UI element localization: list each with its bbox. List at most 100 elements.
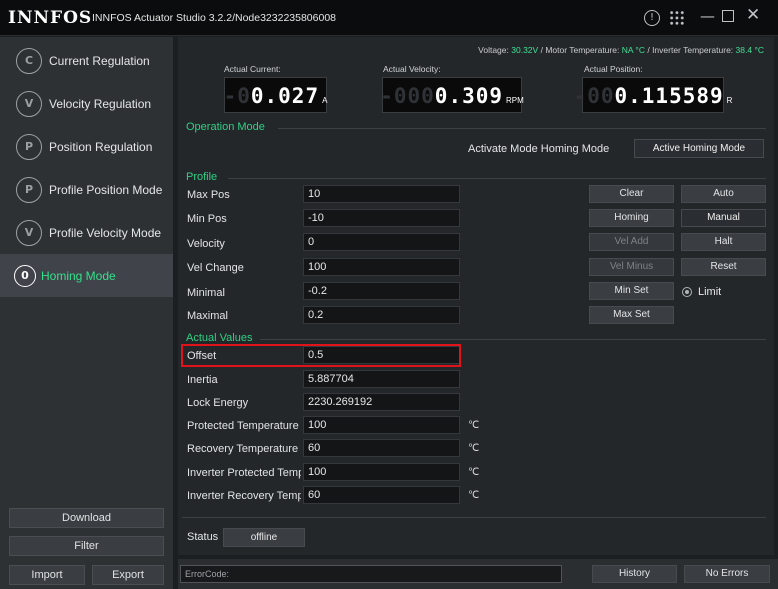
voltage-label: Voltage: — [478, 45, 509, 55]
minimal-input[interactable]: -0.2 — [303, 282, 460, 300]
active-homing-mode-button[interactable]: Active Homing Mode — [634, 139, 764, 158]
limit-label: Limit — [698, 286, 722, 298]
velocity-input[interactable]: 0 — [303, 233, 460, 251]
min-pos-input[interactable]: -10 — [303, 209, 460, 227]
divider — [228, 178, 766, 179]
actual-velocity-label: Actual Velocity: — [383, 64, 441, 74]
sidebar-item-label: Velocity Regulation — [49, 96, 152, 111]
inverter-protected-temperature-input[interactable]: 100 — [303, 463, 460, 481]
actual-velocity-display: -000 0.309 RPM — [380, 77, 524, 113]
manual-button[interactable]: Manual — [681, 209, 766, 227]
innfos-logo: INNFOS — [8, 8, 93, 28]
sidebar-item-profile-velocity-mode[interactable]: V Profile Velocity Mode — [0, 211, 173, 254]
limit-radio-icon — [682, 287, 692, 297]
minimize-icon[interactable]: — — [700, 7, 715, 25]
sidebar-item-label: Position Regulation — [49, 139, 153, 154]
celsius-unit: ℃ — [468, 420, 480, 431]
current-leading-digits: -0 — [223, 84, 251, 108]
profile-velocity-icon: V — [16, 219, 42, 246]
halt-button[interactable]: Halt — [681, 233, 766, 251]
velocity-regulation-icon: V — [16, 90, 42, 117]
current-unit: A — [322, 96, 328, 105]
actual-values-heading: Actual Values — [186, 332, 253, 344]
velocity-label: Velocity — [187, 238, 225, 250]
download-button[interactable]: Download — [9, 508, 164, 528]
offset-highlight-box — [181, 344, 461, 367]
homing-button[interactable]: Homing — [589, 209, 674, 227]
min-set-button[interactable]: Min Set — [589, 282, 674, 300]
inverter-protected-temperature-label: Inverter Protected Temperature — [187, 467, 301, 479]
clear-button[interactable]: Clear — [589, 185, 674, 203]
actual-current-label: Actual Current: — [224, 64, 281, 74]
celsius-unit: ℃ — [468, 443, 480, 454]
inverter-recovery-temperature-label: Inverter Recovery Temperature — [187, 490, 301, 502]
inverter-temp-label: / Inverter Temperature: — [647, 45, 734, 55]
maximize-icon[interactable] — [722, 10, 734, 22]
inverter-recovery-temperature-input[interactable]: 60 — [303, 486, 460, 504]
sidebar-item-label: Homing Mode — [41, 268, 116, 283]
recovery-temperature-input[interactable]: 60 — [303, 439, 460, 457]
title-bar: INNFOS INNFOS Actuator Studio 3.2.2/Node… — [0, 0, 778, 36]
protected-temperature-input[interactable]: 100 — [303, 416, 460, 434]
sidebar-item-velocity-regulation[interactable]: V Velocity Regulation — [0, 82, 173, 125]
operation-mode-heading: Operation Mode — [186, 121, 265, 133]
reset-button[interactable]: Reset — [681, 258, 766, 276]
protected-temperature-label: Protected Temperature — [187, 420, 299, 432]
actual-position-display: -00 0.115589 R — [574, 77, 732, 113]
homing-mode-icon: 0 — [14, 264, 36, 287]
position-value: 0.115589 — [614, 84, 724, 108]
sidebar-item-label: Profile Velocity Mode — [49, 225, 162, 240]
divider — [278, 128, 766, 129]
current-value: 0.027 — [250, 84, 320, 108]
history-button[interactable]: History — [592, 565, 677, 583]
auto-button[interactable]: Auto — [681, 185, 766, 203]
vel-change-input[interactable]: 100 — [303, 258, 460, 276]
vel-change-label: Vel Change — [187, 262, 244, 274]
vel-add-button[interactable]: Vel Add — [589, 233, 674, 251]
max-set-button[interactable]: Max Set — [589, 306, 674, 324]
position-leading-digits: -00 — [573, 84, 615, 108]
sidebar-item-homing-mode[interactable]: 0 Homing Mode — [0, 254, 173, 297]
velocity-leading-digits: -000 — [380, 84, 435, 108]
import-button[interactable]: Import — [9, 565, 85, 585]
limit-radio[interactable]: Limit — [682, 286, 721, 298]
grid-menu-icon[interactable] — [669, 10, 685, 26]
sidebar-item-position-regulation[interactable]: P Position Regulation — [0, 125, 173, 168]
lock-energy-input[interactable]: 2230.269192 — [303, 393, 460, 411]
sidebar: C Current Regulation V Velocity Regulati… — [0, 37, 173, 589]
minimal-label: Minimal — [187, 287, 225, 299]
celsius-unit: ℃ — [468, 467, 480, 478]
maximal-input[interactable]: 0.2 — [303, 306, 460, 324]
recovery-temperature-label: Recovery Temperature — [187, 443, 299, 455]
maximal-label: Maximal — [187, 310, 228, 322]
status-badge: offline — [223, 528, 305, 547]
filter-button[interactable]: Filter — [9, 536, 164, 556]
voltage-value: 30.32V — [511, 45, 539, 55]
bottom-bar: ErrorCode: History No Errors — [178, 559, 778, 589]
export-button[interactable]: Export — [92, 565, 164, 585]
divider — [182, 517, 766, 518]
inertia-label: Inertia — [187, 374, 218, 386]
sidebar-item-profile-position-mode[interactable]: P Profile Position Mode — [0, 168, 173, 211]
max-pos-input[interactable]: 10 — [303, 185, 460, 203]
profile-position-icon: P — [16, 176, 42, 203]
inertia-input[interactable]: 5.887704 — [303, 370, 460, 388]
lock-energy-label: Lock Energy — [187, 397, 249, 409]
info-icon[interactable]: ! — [644, 10, 660, 26]
inverter-temp-value: 38.4 °C — [735, 45, 764, 55]
no-errors-button[interactable]: No Errors — [684, 565, 770, 583]
position-unit: R — [726, 96, 733, 105]
sidebar-item-label: Current Regulation — [49, 53, 150, 68]
motor-temp-label: / Motor Temperature: — [540, 45, 620, 55]
profile-heading: Profile — [186, 171, 218, 183]
vel-minus-button[interactable]: Vel Minus — [589, 258, 674, 276]
error-code-field[interactable]: ErrorCode: — [180, 565, 562, 583]
main-panel: Voltage: 30.32V / Motor Temperature: NA … — [178, 37, 774, 555]
close-icon[interactable]: ✕ — [746, 6, 760, 24]
sidebar-item-label: Profile Position Mode — [49, 182, 163, 197]
window-title: INNFOS Actuator Studio 3.2.2/Node3232235… — [92, 12, 337, 24]
min-pos-label: Min Pos — [187, 213, 227, 225]
max-pos-label: Max Pos — [187, 189, 230, 201]
current-regulation-icon: C — [16, 47, 42, 74]
sidebar-item-current-regulation[interactable]: C Current Regulation — [0, 39, 173, 82]
